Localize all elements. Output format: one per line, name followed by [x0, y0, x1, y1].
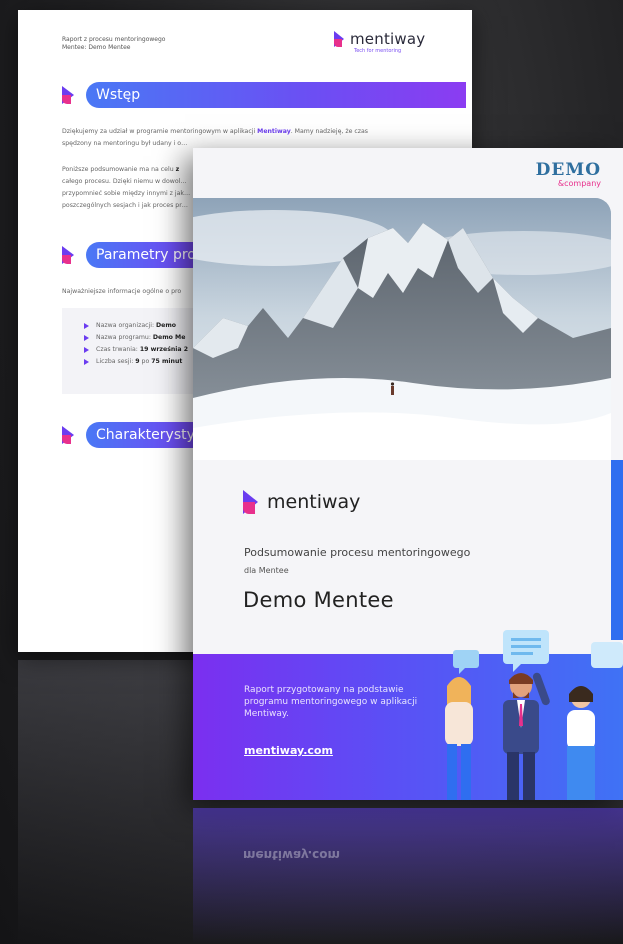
chevron-bullet-icon — [62, 246, 76, 264]
report-header-text: Raport z procesu mentoringowego Mentee: … — [62, 36, 165, 52]
list-item: Czas trwania: 19 września 2 — [84, 344, 188, 356]
mentiway-logo-word: mentiway — [267, 491, 361, 513]
intro-brand: Mentiway — [257, 128, 291, 135]
param-value: Demo — [156, 322, 177, 329]
param-label: Nazwa programu: — [96, 334, 153, 341]
partner-logo-sub: &company — [557, 179, 601, 188]
chevron-bullet-icon — [62, 426, 76, 444]
cover-subtitle-2: dla Mentee — [244, 566, 289, 575]
partner-logo-word: DEMO — [535, 160, 601, 180]
speech-bubble-icon — [591, 642, 623, 668]
param-value2: 75 minut — [151, 358, 183, 365]
chevron-bullet-icon — [62, 86, 76, 104]
list-item: Nazwa programu: Demo Me — [84, 332, 188, 344]
reflected-link: mentiway.com — [243, 848, 340, 862]
mountain-illustration — [193, 198, 611, 460]
mentiway-logo-word: mentiway — [350, 30, 426, 48]
report-header-line1: Raport z procesu mentoringowego — [62, 36, 166, 43]
cover-footer-text: Raport przygotowany na podstawie program… — [244, 685, 418, 719]
mountain-photo — [193, 198, 611, 460]
param-suffix: po — [139, 358, 152, 365]
mentiway-logo: mentiway Tech for mentoring — [334, 30, 426, 54]
cover-subtitle: Podsumowanie procesu mentoringowego — [244, 546, 471, 559]
cover-reflection: mentiway.com — [193, 808, 623, 944]
section-heading-label: Wstęp — [86, 82, 466, 108]
params-list: Nazwa organizacji: Demo Nazwa programu: … — [84, 320, 188, 368]
section-heading-intro: Wstęp — [62, 82, 466, 108]
param-label: Nazwa organizacji: — [96, 322, 156, 329]
intro2-text: Poniższe podsumowanie ma na celu — [62, 166, 176, 173]
param-label: Czas trwania: — [96, 346, 140, 353]
intro-paragraph-1: Dziękujemy za udział w programie mentori… — [62, 126, 392, 150]
param-value: Demo Me — [152, 334, 186, 341]
people-illustration — [445, 630, 623, 800]
mentiway-cover-logo: mentiway — [243, 490, 360, 514]
accent-strip — [611, 460, 623, 640]
mentiway-logo-icon — [334, 31, 346, 47]
cover-mentee-name: Demo Mentee — [243, 588, 394, 612]
report-header-line2: Mentee: Demo Mentee — [62, 44, 131, 51]
intro-text: Dziękujemy za udział w programie mentori… — [62, 128, 258, 135]
intro2-bold: z — [175, 166, 180, 173]
partner-logo: DEMO &company — [535, 160, 601, 189]
intro-text-end: . Mamy nadzieję, że czas — [290, 128, 369, 135]
mentiway-logo-tagline: Tech for mentoring — [354, 48, 402, 54]
list-item: Liczba sesji: 9 po 75 minut — [84, 356, 188, 368]
report-cover-page: DEMO &company mentiway Podsumowanie proc… — [193, 148, 623, 800]
mentiway-logo-icon — [243, 490, 261, 514]
speech-bubble-icon — [453, 650, 479, 668]
list-item: Nazwa organizacji: Demo — [84, 320, 188, 332]
mentiway-link[interactable]: mentiway.com — [244, 744, 333, 757]
param-label: Liczba sesji: — [96, 358, 136, 365]
param-value: 19 września 2 — [139, 346, 189, 353]
